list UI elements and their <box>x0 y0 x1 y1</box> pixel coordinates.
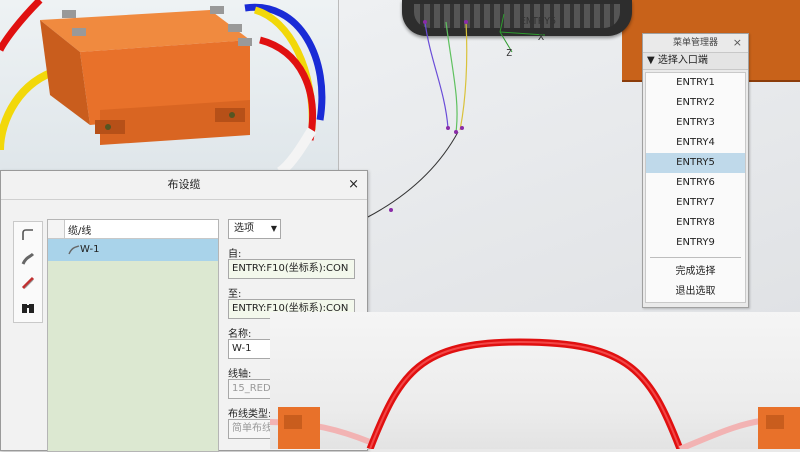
to-label: 至: <box>228 289 242 300</box>
from-label: 自: <box>228 249 242 260</box>
menu-divider <box>650 257 741 258</box>
route-icon[interactable] <box>14 224 42 246</box>
spool-field[interactable]: 15_RED <box>228 379 271 399</box>
close-icon[interactable]: × <box>348 171 359 199</box>
menu-manager: 菜单管理器 × ▼ 选择入口端 ENTRY1 ENTRY2 ENTRY3 ENT… <box>642 33 749 308</box>
tree-column-label: 缆/线 <box>68 226 92 237</box>
tree-row-w1[interactable]: W-1 <box>48 239 218 261</box>
menu-section-label: 选择入口端 <box>657 55 708 66</box>
entry-coord-label: ENTRY5 <box>520 16 557 27</box>
route-type-field[interactable]: 简单布线 <box>228 419 271 439</box>
cable-tree[interactable]: 缆/线 W-1 <box>47 219 219 452</box>
menu-item-entry4[interactable]: ENTRY4 <box>646 133 745 153</box>
options-label: 选项 <box>234 223 254 234</box>
options-dropdown[interactable]: 选项 ▼ <box>228 219 281 239</box>
binoculars-icon[interactable] <box>14 296 42 318</box>
menu-item-entry9[interactable]: ENTRY9 <box>646 233 745 253</box>
z-axis-label: Z <box>506 48 513 59</box>
chevron-down-icon: ▼ <box>270 224 277 233</box>
wire-tree-icon <box>68 245 80 258</box>
close-icon[interactable]: × <box>733 34 742 52</box>
tree-row-label: W-1 <box>80 244 100 255</box>
menu-manager-title: 菜单管理器 <box>672 38 718 48</box>
transformer-image <box>0 0 326 177</box>
dialog-title: 布设缆 <box>167 178 201 191</box>
red-cable-image <box>270 338 800 449</box>
menu-item-entry7[interactable]: ENTRY7 <box>646 193 745 213</box>
wire-icon[interactable] <box>14 272 42 294</box>
tree-select-column[interactable] <box>48 220 65 238</box>
done-select-button[interactable]: 完成选择 <box>646 262 745 282</box>
menu-manager-titlebar: 菜单管理器 × <box>643 34 748 52</box>
menu-item-entry3[interactable]: ENTRY3 <box>646 113 745 133</box>
menu-item-entry2[interactable]: ENTRY2 <box>646 93 745 113</box>
menu-item-entry8[interactable]: ENTRY8 <box>646 213 745 233</box>
tool-strip <box>13 221 43 323</box>
menu-item-entry1[interactable]: ENTRY1 <box>646 73 745 93</box>
from-field[interactable]: ENTRY:F10(坐标系):CON <box>228 259 355 279</box>
menu-item-entry6[interactable]: ENTRY6 <box>646 173 745 193</box>
cable-icon[interactable] <box>14 248 42 270</box>
menu-item-entry5[interactable]: ENTRY5 <box>646 153 745 173</box>
tree-header: 缆/线 <box>48 220 218 239</box>
name-field[interactable]: W-1 <box>228 339 271 359</box>
cable-result-preview <box>270 312 800 449</box>
quit-select-button[interactable]: 退出选取 <box>646 282 745 302</box>
x-axis-label: X <box>538 32 545 43</box>
collapse-triangle-icon: ▼ <box>647 55 655 66</box>
entry-list: ENTRY1 ENTRY2 ENTRY3 ENTRY4 ENTRY5 ENTRY… <box>645 72 746 303</box>
dialog-titlebar: 布设缆 × <box>1 171 367 200</box>
transformer-preview <box>0 0 339 177</box>
menu-section-header[interactable]: ▼ 选择入口端 <box>643 52 748 70</box>
